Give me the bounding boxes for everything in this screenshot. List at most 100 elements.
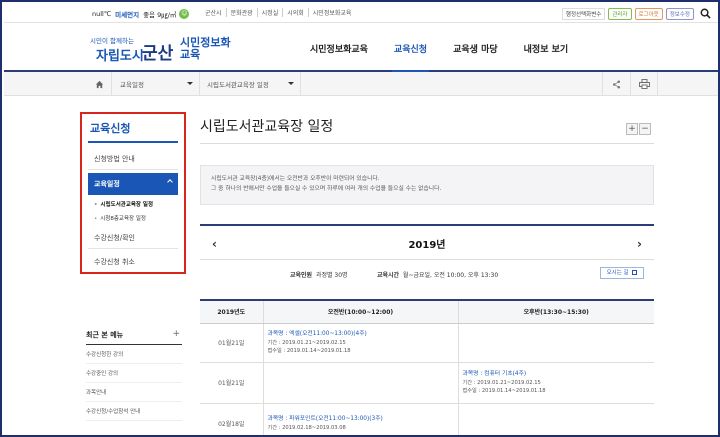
font-increase-button[interactable]: + (626, 123, 638, 135)
breadcrumb-level1-label: 교육일정 (120, 81, 144, 89)
calendar-header: ‹ 2019년 › (200, 224, 654, 260)
site-link[interactable]: 시정실 (256, 8, 283, 17)
utility-bar: null℃ 미세먼지 좋음 9㎍/㎥ ☺ 군산시 문화관광 시정실 시의회 시민… (4, 4, 718, 23)
notice-line: 그 중 하나의 반에서만 수업을 들으실 수 있으며 하루에 여러 개의 수업을… (211, 186, 442, 192)
column-header-morning: 오전반(10:00~12:00) (262, 299, 458, 324)
course-apply-period: 접수일 : 2019.01.14~2019.01.18 (462, 388, 546, 394)
home-button[interactable] (88, 72, 112, 96)
logo-title-line2: 교육 (180, 48, 201, 61)
print-icon (638, 79, 650, 89)
dust-label: 미세먼지 (115, 11, 140, 19)
afternoon-course-cell (457, 403, 654, 435)
directions-button-label: 오시는 길 (606, 270, 629, 276)
home-icon (95, 80, 104, 88)
recent-menu-item[interactable]: 과목안내 (86, 383, 182, 402)
course-name-link[interactable]: 과목명 : 컴퓨터 기초(4주) (463, 370, 651, 379)
logo-brand: 군산 (142, 44, 174, 64)
recent-menu-title: 최근 본 메뉴 + (86, 329, 182, 345)
print-button[interactable] (630, 72, 658, 96)
date-cell: 01월21일 (200, 362, 263, 404)
page-title: 시립도서관교육장 일정 (200, 119, 334, 135)
side-menu-item-register-confirm[interactable]: 수강신청/확인 (88, 227, 178, 249)
capacity-label: 교육인원 (290, 272, 313, 279)
recent-menu-item[interactable]: 수강중인 강의 (86, 364, 182, 383)
nav-item-apply[interactable]: 교육신청 (391, 42, 430, 73)
title-divider (200, 143, 654, 144)
share-button[interactable] (602, 72, 630, 96)
account-links: 행정선택화변수 관리자 로그아웃 정보수정 (561, 8, 694, 20)
capacity-info: 교육인원 과정별 30명 (290, 270, 348, 279)
site-link[interactable]: 시민정보화교육 (307, 8, 356, 17)
side-submenu-library-schedule[interactable]: 시립도서관교육장 일정 (94, 200, 154, 208)
course-period: 기간 : 2019.02.18~2019.03.08 (267, 424, 346, 431)
external-link-icon (632, 270, 638, 275)
side-submenu-cityhall-schedule[interactable]: 시청8층교육장 일정 (94, 214, 146, 222)
weather-widget: null℃ 미세먼지 좋음 9㎍/㎥ ☺ (92, 7, 190, 21)
course-period: 기간 : 2019.01.21~2019.02.15 (462, 380, 541, 386)
site-link[interactable]: 시의회 (282, 8, 308, 17)
dust-value: 좋음 9㎍/㎥ (143, 11, 177, 19)
schedule-table: 2019년도 오전반(10:00~12:00) 오후반(13:30~15:30)… (200, 299, 654, 435)
recent-menu-item[interactable]: 수강신청/수업참석 안내 (86, 402, 182, 421)
side-menu-item-schedule[interactable]: 교육일정 (88, 173, 178, 195)
afternoon-course-cell: 과목명 : 컴퓨터 기초(4주) 기간 : 2019.01.21~2019.02… (457, 362, 654, 404)
side-menu-item-cancel[interactable]: 수강신청 취소 (88, 251, 178, 273)
site-header: 시민이 함께하는 자립도시 군산 시민정보화 교육 시민정보화교육 교육신청 교… (4, 23, 718, 73)
recent-menu-item[interactable]: 수강신청한 강의 (86, 345, 182, 364)
site-links: 군산시 문화관광 시정실 시의회 시민정보화교육 (201, 8, 355, 17)
chevron-up-icon (167, 179, 173, 185)
directions-button[interactable]: 오시는 길 (600, 267, 644, 279)
chevron-right-icon[interactable]: › (637, 237, 642, 251)
breadcrumb-level1-select[interactable]: 교육일정 (114, 72, 200, 96)
course-name-link[interactable]: 과목명 : 파워포인트(오전11:00~13:00)(3주) (268, 415, 454, 424)
notice-line: 시립도서관 교육장(4층)에서는 오전반과 오후반이 마련되어 있습니다. (211, 176, 380, 182)
course-info: 교육인원 과정별 30명 교육시간 월~금요일, 오전 10:00, 오후 13… (200, 268, 654, 282)
chevron-down-icon (288, 82, 294, 85)
site-link[interactable]: 문화관광 (225, 8, 257, 17)
site-logo[interactable]: 시민이 함께하는 자립도시 군산 시민정보화 교육 (90, 35, 238, 65)
logo-title: 시민정보화 교육 (180, 37, 231, 61)
search-icon[interactable] (700, 8, 711, 19)
date-cell: 01월21일 (200, 323, 263, 363)
admin-button[interactable]: 관리자 (608, 8, 632, 20)
weather-temperature: null℃ (92, 10, 112, 18)
date-cell: 02월18일 (200, 403, 263, 435)
table-row: 01월21일 과목명 : 컴퓨터 기초(4주) 기간 : 2019.01.21~… (200, 362, 654, 404)
page-frame: null℃ 미세먼지 좋음 9㎍/㎥ ☺ 군산시 문화관광 시정실 시의회 시민… (0, 0, 720, 437)
font-size-controls: + − (626, 123, 651, 135)
morning-course-cell: 과목명 : 엑셀(오전11:00~13:00)(4주) 기간 : 2019.01… (262, 323, 458, 363)
column-header-year: 2019년도 (200, 299, 263, 324)
capacity-value: 과정별 30명 (315, 272, 348, 279)
side-menu-item-schedule-label: 교육일정 (94, 180, 120, 188)
notice-box: 시립도서관 교육장(4층)에서는 오전반과 오후반이 마련되어 있습니다. 그 … (200, 165, 654, 205)
nav-item-my-info[interactable]: 내정보 보기 (524, 42, 569, 55)
course-apply-period: 접수일 : 2019.01.14~2019.01.18 (267, 348, 351, 354)
course-name-link[interactable]: 과목명 : 엑셀(오전11:00~13:00)(4주) (268, 330, 454, 339)
plus-icon[interactable]: + (172, 329, 180, 339)
logo-main-text: 자립도시 (96, 49, 144, 64)
admin-select-link[interactable]: 행정선택화변수 (561, 8, 606, 20)
morning-course-cell (262, 362, 458, 404)
side-menu-title: 교육신청 (90, 122, 131, 135)
main-nav: 시민정보화교육 교육신청 교육생 마당 내정보 보기 (310, 42, 594, 73)
nav-item-student-plaza[interactable]: 교육생 마당 (453, 42, 498, 55)
share-icon (612, 80, 621, 88)
table-row: 01월21일 과목명 : 엑셀(오전11:00~13:00)(4주) 기간 : … (200, 323, 654, 363)
table-row: 02월18일 과목명 : 파워포인트(오전11:00~13:00)(3주) 기간… (200, 403, 654, 435)
time-info: 교육시간 월~금요일, 오전 10:00, 오후 13:30 (377, 270, 498, 279)
side-menu-item-how-to-apply[interactable]: 신청방법 안내 (88, 148, 178, 170)
logout-button[interactable]: 로그아웃 (634, 8, 663, 20)
table-header-row: 2019년도 오전반(10:00~12:00) 오후반(13:30~15:30) (200, 299, 654, 324)
nav-item-citizen-education[interactable]: 시민정보화교육 (310, 42, 368, 55)
column-header-afternoon: 오후반(13:30~15:30) (457, 299, 654, 324)
chevron-down-icon (187, 82, 193, 85)
font-decrease-button[interactable]: − (639, 123, 651, 135)
breadcrumb: 교육일정 시립도서관교육장 일정 (4, 72, 718, 96)
recent-menu: 최근 본 메뉴 + 수강신청한 강의 수강중인 강의 과목안내 수강신청/수업참… (86, 329, 182, 421)
time-label: 교육시간 (377, 272, 400, 279)
breadcrumb-level2-label: 시립도서관교육장 일정 (207, 81, 269, 89)
edit-info-button[interactable]: 정보수정 (665, 8, 694, 20)
site-link[interactable]: 군산시 (201, 8, 226, 17)
recent-menu-title-label: 최근 본 메뉴 (86, 331, 124, 339)
breadcrumb-level2-select[interactable]: 시립도서관교육장 일정 (201, 72, 301, 96)
